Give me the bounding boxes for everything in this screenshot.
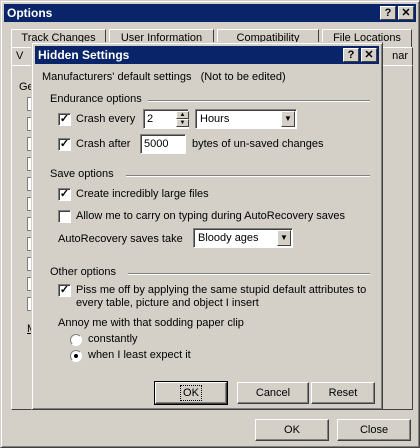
save-heading: Save options [50,168,114,180]
piss-me-off-label-line2[interactable]: every table, picture and object I insert [76,297,259,310]
subtitle-text: Manufacturers' default settings [42,71,192,83]
piss-me-off-label-line1[interactable]: Piss me off by applying the same stupid … [76,284,366,297]
crash-unit-select[interactable]: Hours ▼ [195,109,297,129]
radio-least-expect-label[interactable]: when I least expect it [88,349,191,362]
piss-me-off-checkbox[interactable]: ✓ [58,284,71,297]
dialog-title: Hidden Settings [38,48,130,62]
dialog-subtitle: Manufacturers' default settings (Not to … [42,71,286,84]
options-close-button-bottom[interactable]: Close [337,419,411,441]
carry-on-label[interactable]: Allow me to carry on typing during AutoR… [76,210,345,223]
other-heading: Other options [50,266,117,278]
autorecovery-value: Bloody ages [198,232,259,244]
options-titlebar: Options ? ✕ [4,4,416,22]
crash-unit-value: Hours [200,113,230,125]
large-files-checkbox[interactable]: ✓ [58,188,71,201]
hidden-settings-dialog: Hidden Settings ? ✕ Manufacturers' defau… [31,42,383,410]
large-files-label[interactable]: Create incredibly large files [76,188,209,201]
endurance-divider [148,100,370,102]
crash-after-checkbox[interactable]: ✓ [58,138,71,151]
tab-grammar[interactable]: nar [381,47,413,65]
carry-on-checkbox[interactable] [58,210,71,223]
crash-after-suffix: bytes of un-saved changes [192,138,324,150]
chevron-down-icon[interactable]: ▼ [281,111,295,127]
crash-after-value: 5000 [144,138,169,150]
annoy-label: Annoy me with that sodding paper clip [58,317,244,329]
crash-every-value: 2 [147,113,154,125]
radio-constantly[interactable] [70,334,82,346]
radio-constantly-label[interactable]: constantly [88,333,138,346]
dialog-reset-button[interactable]: Reset [311,382,375,404]
other-divider [128,273,370,275]
crash-every-label[interactable]: Crash every [76,113,135,126]
options-close-button[interactable]: ✕ [398,6,414,20]
options-title: Options [7,6,53,20]
crash-every-checkbox[interactable]: ✓ [58,113,71,126]
subtitle-note: (Not to be edited) [200,71,286,83]
dialog-close-button[interactable]: ✕ [361,48,377,62]
spin-down-button[interactable]: ▼ [176,119,189,127]
endurance-heading: Endurance options [50,93,142,105]
dialog-cancel-button[interactable]: Cancel [237,382,309,404]
radio-least-expect[interactable] [70,350,82,362]
crash-after-input[interactable]: 5000 [140,134,186,154]
spin-up-button[interactable]: ▲ [176,111,189,119]
chevron-down-icon[interactable]: ▼ [277,230,291,246]
dialog-titlebar: Hidden Settings ? ✕ [35,46,379,64]
radio-selected-dot [74,354,78,358]
options-ok-button[interactable]: OK [255,419,329,441]
autorecovery-label: AutoRecovery saves take [58,233,183,245]
dialog-help-button[interactable]: ? [343,48,359,62]
options-help-button[interactable]: ? [380,6,396,20]
save-divider [126,175,370,177]
dialog-ok-button[interactable]: OK [154,381,228,405]
autorecovery-select[interactable]: Bloody ages ▼ [193,228,293,248]
crash-after-label[interactable]: Crash after [76,138,130,151]
